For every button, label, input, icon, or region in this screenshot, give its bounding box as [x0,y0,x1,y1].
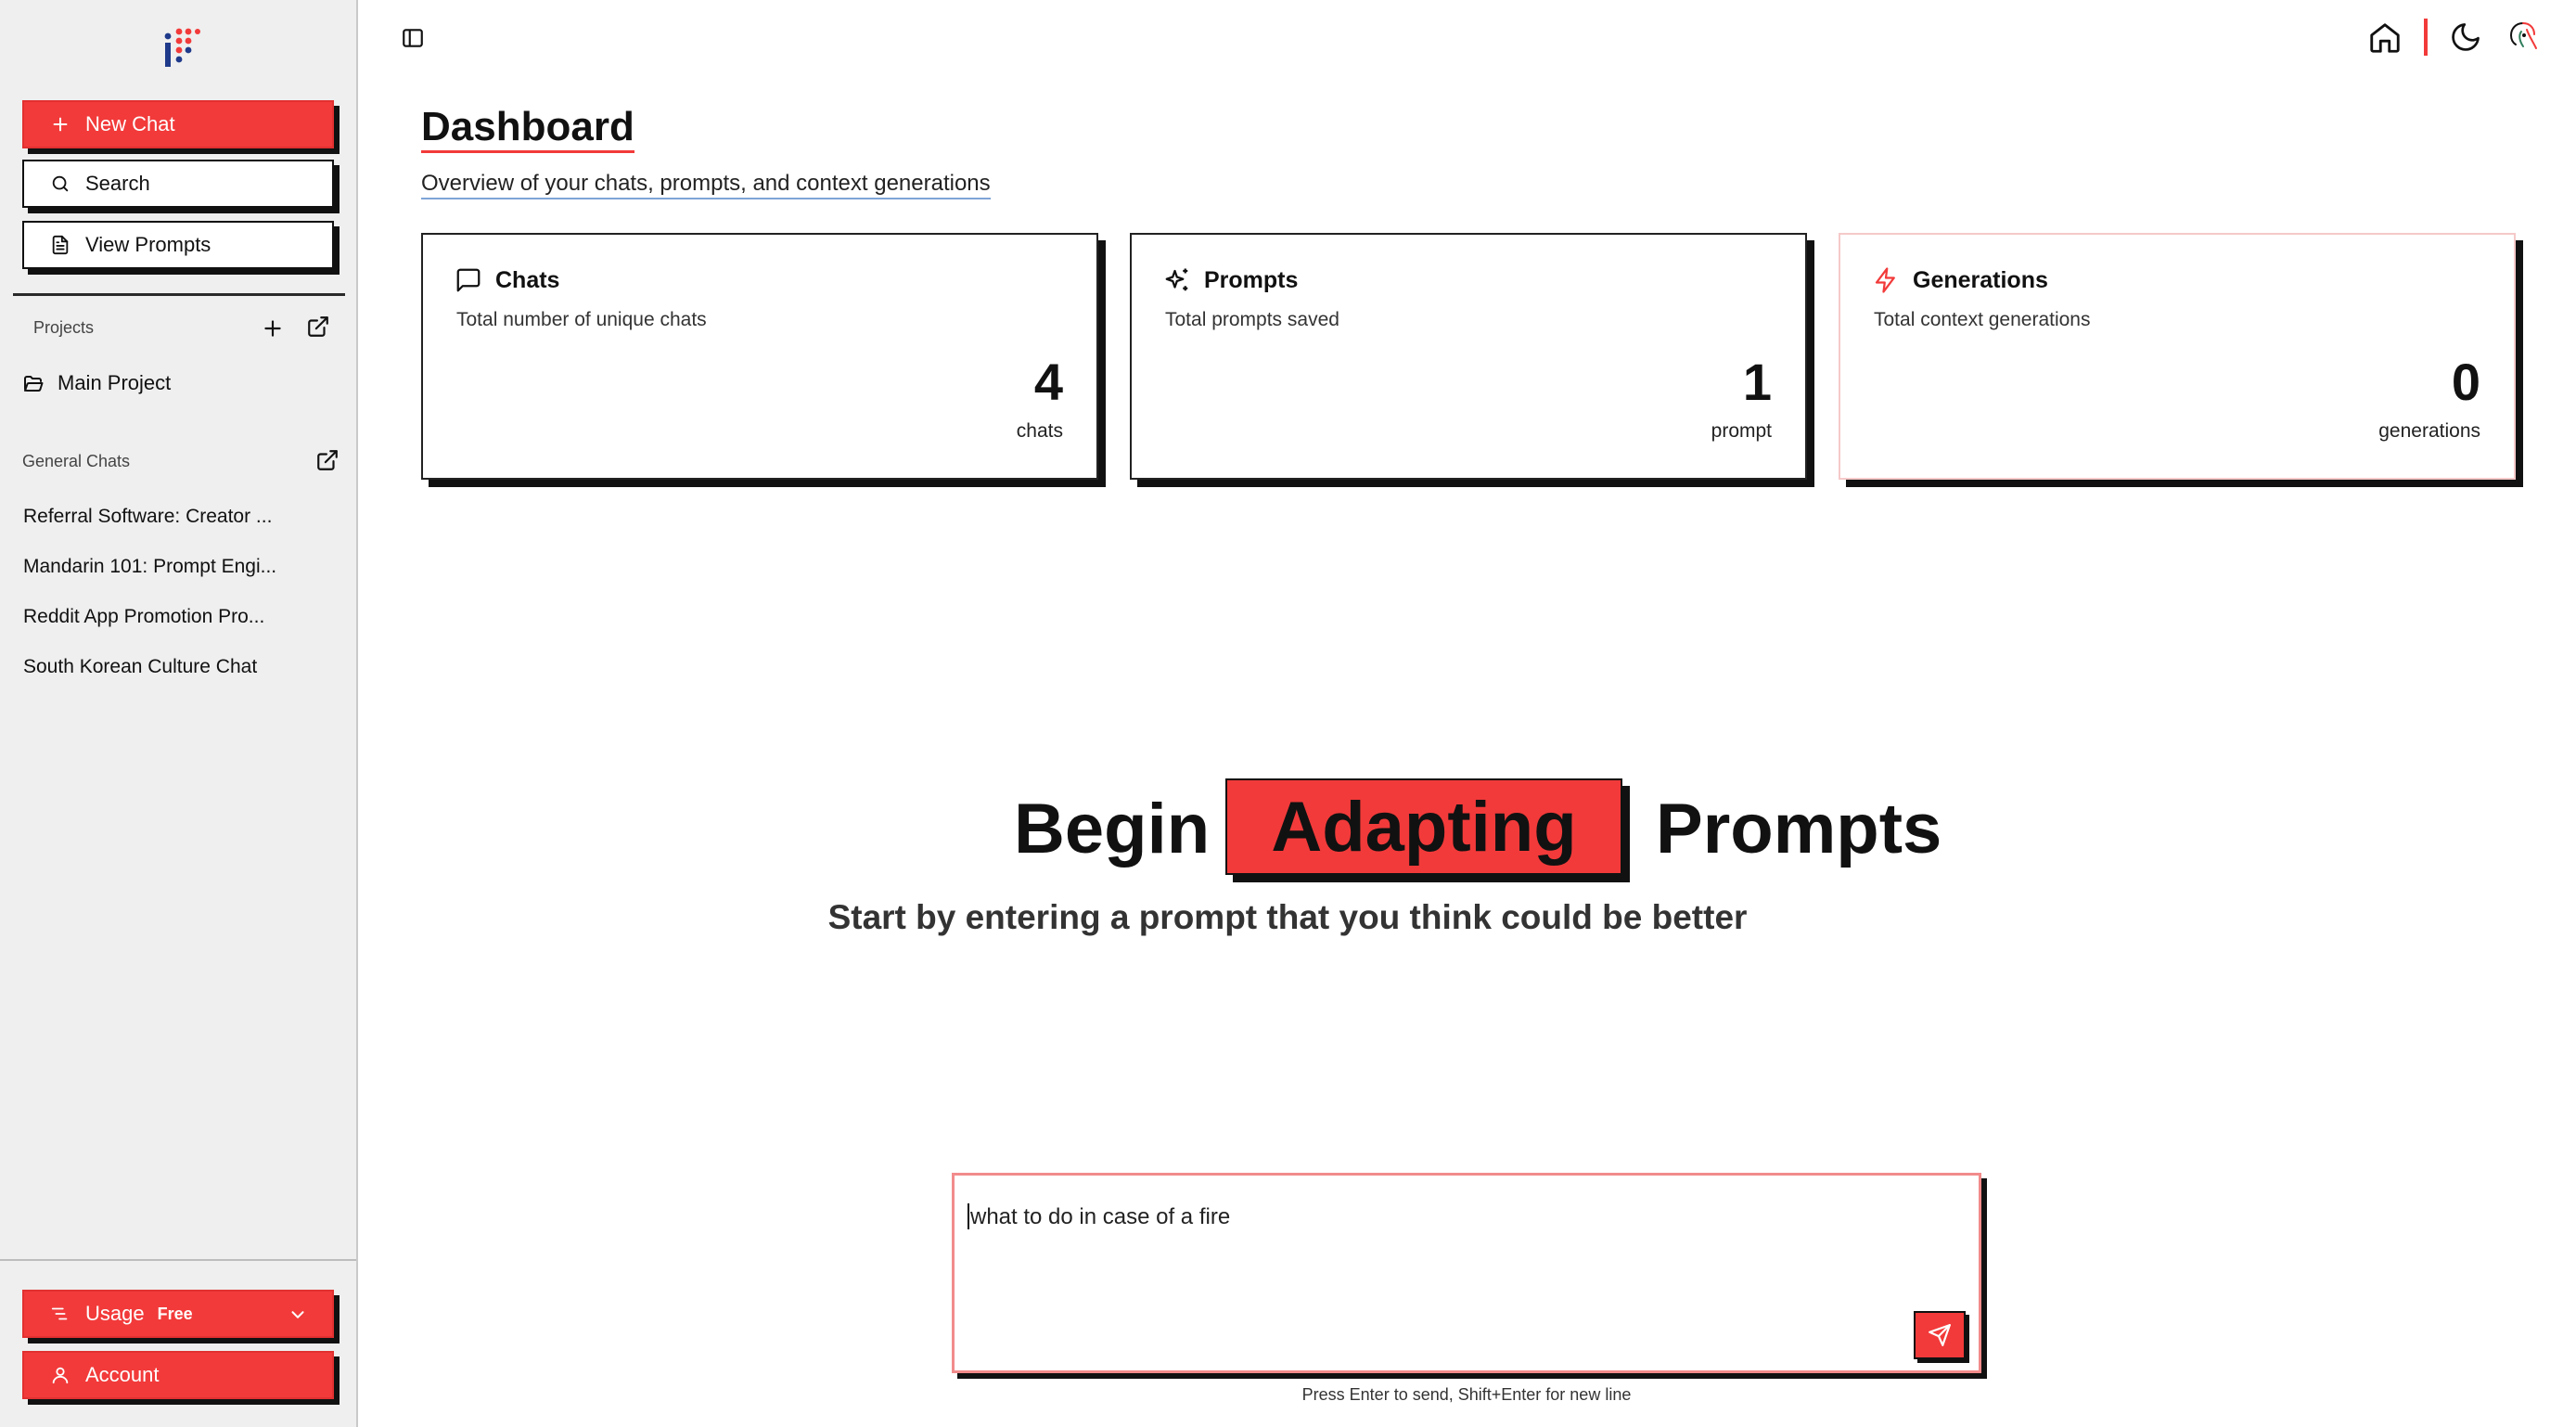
usage-button[interactable]: Usage Free [22,1290,334,1338]
card-description: Total number of unique chats [456,309,707,330]
card-unit: prompt [1711,420,1772,442]
user-icon [50,1365,70,1385]
hero-subtitle: Start by entering a prompt that you thin… [0,898,2576,937]
projects-heading: Projects [33,318,95,337]
sparkles-icon [1163,266,1191,294]
prompt-input-text[interactable]: what to do in case of a fire [968,1203,1230,1230]
project-label: Main Project [58,371,172,394]
plus-icon [50,114,70,135]
chats-stat-card: Chats Total number of unique chats 4 cha… [421,233,1098,480]
input-hint: Press Enter to send, Shift+Enter for new… [1301,1385,1632,1404]
send-button[interactable] [1914,1311,1966,1359]
account-button[interactable]: Account [22,1351,334,1399]
open-general-chats-icon[interactable] [315,448,340,472]
project-item[interactable]: Main Project [22,371,171,395]
card-description: Total context generations [1874,309,2091,330]
prompt-input[interactable]: what to do in case of a fire [952,1173,1981,1373]
card-value: 1 [1742,353,1772,411]
card-value: 0 [2451,353,2480,411]
chat-list-item[interactable]: Reddit App Promotion Pro... [23,606,283,628]
account-label: Account [85,1363,160,1386]
chat-list-item[interactable]: Referral Software: Creator ... [23,506,283,528]
card-title: Generations [1913,266,2048,293]
send-icon [1928,1323,1952,1347]
sidebar: New Chat Search View Prompts Projects Ma… [0,0,358,1427]
hero-highlight: Adapting [1225,778,1622,875]
card-description: Total prompts saved [1165,309,1339,330]
sidebar-footer-divider [0,1259,356,1261]
usage-label: Usage [85,1302,145,1325]
general-chats-heading: General Chats [22,452,131,470]
card-value: 4 [1033,353,1063,411]
folder-open-icon [22,372,45,394]
avatar[interactable] [2505,19,2542,56]
text-caret [968,1203,969,1229]
card-header: Generations [1872,266,2048,294]
card-title: Chats [495,266,560,293]
prompt-input-value: what to do in case of a fire [970,1204,1231,1229]
moon-icon[interactable] [2449,20,2482,54]
chevron-down-icon [288,1305,308,1325]
file-text-icon [50,235,70,255]
card-header: Prompts [1163,266,1298,294]
app-logo-icon[interactable] [163,28,200,69]
chat-list-item[interactable]: Mandarin 101: Prompt Engi... [23,556,283,578]
generations-stat-card: Generations Total context generations 0 … [1839,233,2516,480]
card-unit: generations [2378,420,2480,442]
card-unit: chats [1016,420,1063,442]
view-prompts-button[interactable]: View Prompts [22,221,334,269]
hero-word: Begin [1014,790,1211,868]
usage-bars-icon [50,1304,70,1324]
prompts-stat-card: Prompts Total prompts saved 1 prompt [1130,233,1807,480]
hero-subtitle-text: Start by entering a prompt that you thin… [827,898,1748,936]
page-title: Dashboard [421,104,634,153]
open-projects-icon[interactable] [306,315,330,339]
new-chat-button[interactable]: New Chat [22,100,334,148]
search-label: Search [85,172,150,195]
sidebar-divider [13,293,345,296]
zap-icon [1872,266,1900,294]
search-icon [50,174,70,194]
toggle-sidebar-icon[interactable] [401,26,425,50]
home-icon[interactable] [2367,20,2403,56]
usage-plan-badge: Free [157,1304,193,1323]
card-title: Prompts [1204,266,1299,293]
add-project-icon[interactable] [261,316,285,341]
hero-heading: Begin Adapting Prompts [1011,778,1942,880]
search-button[interactable]: Search [22,160,334,208]
page-subtitle: Overview of your chats, prompts, and con… [421,170,991,199]
message-square-icon [455,266,482,294]
header-separator [2424,19,2428,56]
new-chat-label: New Chat [85,112,175,135]
chat-list-item[interactable]: South Korean Culture Chat [23,656,283,678]
hero-word: Prompts [1656,790,1942,868]
card-header: Chats [455,266,559,294]
view-prompts-label: View Prompts [85,233,211,256]
